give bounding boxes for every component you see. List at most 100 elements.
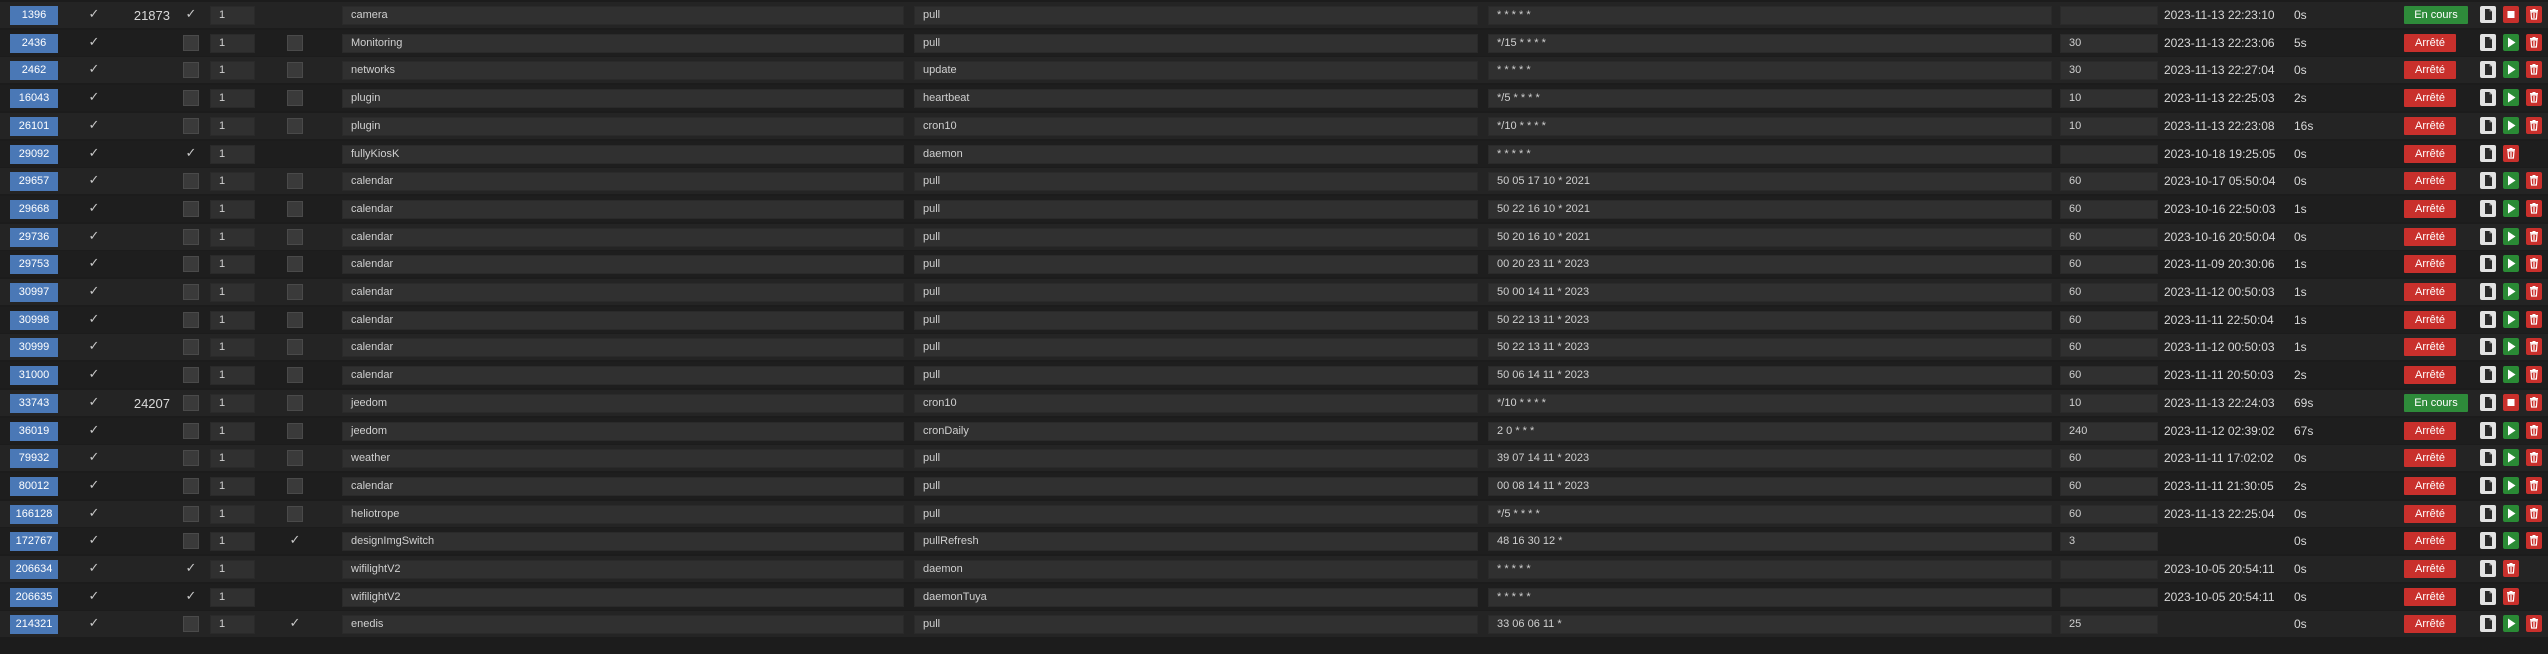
delete-button[interactable]: [2526, 449, 2542, 466]
once-checkbox[interactable]: ✓: [287, 616, 303, 632]
log-button[interactable]: [2480, 615, 2496, 632]
task-id-badge[interactable]: 30997: [10, 283, 58, 302]
log-button[interactable]: [2480, 228, 2496, 245]
delete-button[interactable]: [2526, 311, 2542, 328]
daemon-checkbox[interactable]: [183, 478, 199, 494]
timeout-field[interactable]: 60: [2060, 172, 2158, 191]
once-checkbox[interactable]: [287, 173, 303, 189]
log-button[interactable]: [2480, 255, 2496, 272]
timeout-field[interactable]: 240: [2060, 422, 2158, 441]
delete-button[interactable]: [2503, 588, 2519, 605]
enabled-checkbox[interactable]: ✓: [86, 367, 102, 383]
timeout-field[interactable]: 60: [2060, 228, 2158, 247]
once-checkbox[interactable]: [287, 90, 303, 106]
daemon-checkbox[interactable]: [183, 533, 199, 549]
function-field[interactable]: update: [914, 61, 1478, 80]
start-button[interactable]: [2503, 615, 2519, 632]
max-run-field[interactable]: 1: [210, 200, 255, 219]
once-checkbox[interactable]: [287, 284, 303, 300]
max-run-field[interactable]: 1: [210, 145, 255, 164]
start-button[interactable]: [2503, 172, 2519, 189]
timeout-field[interactable]: 60: [2060, 200, 2158, 219]
class-field[interactable]: wifilightV2: [342, 588, 904, 607]
delete-button[interactable]: [2526, 283, 2542, 300]
enabled-checkbox[interactable]: ✓: [86, 533, 102, 549]
class-field[interactable]: calendar: [342, 477, 904, 496]
timeout-field[interactable]: 30: [2060, 61, 2158, 80]
delete-button[interactable]: [2526, 338, 2542, 355]
start-button[interactable]: [2503, 422, 2519, 439]
delete-button[interactable]: [2526, 505, 2542, 522]
max-run-field[interactable]: 1: [210, 422, 255, 441]
log-button[interactable]: [2480, 532, 2496, 549]
function-field[interactable]: pullRefresh: [914, 532, 1478, 551]
schedule-field[interactable]: * * * * *: [1488, 145, 2052, 164]
max-run-field[interactable]: 1: [210, 366, 255, 385]
once-checkbox[interactable]: [287, 229, 303, 245]
once-checkbox[interactable]: [287, 506, 303, 522]
once-checkbox[interactable]: [287, 35, 303, 51]
start-button[interactable]: [2503, 311, 2519, 328]
class-field[interactable]: weather: [342, 449, 904, 468]
schedule-field[interactable]: */5 * * * *: [1488, 505, 2052, 524]
function-field[interactable]: pull: [914, 228, 1478, 247]
class-field[interactable]: plugin: [342, 89, 904, 108]
delete-button[interactable]: [2503, 145, 2519, 162]
task-id-badge[interactable]: 166128: [10, 505, 58, 524]
delete-button[interactable]: [2503, 560, 2519, 577]
enabled-checkbox[interactable]: ✓: [86, 118, 102, 134]
schedule-field[interactable]: 50 00 14 11 * 2023: [1488, 283, 2052, 302]
once-checkbox[interactable]: [287, 450, 303, 466]
schedule-field[interactable]: */15 * * * *: [1488, 34, 2052, 53]
class-field[interactable]: heliotrope: [342, 505, 904, 524]
log-button[interactable]: [2480, 200, 2496, 217]
max-run-field[interactable]: 1: [210, 338, 255, 357]
class-field[interactable]: calendar: [342, 228, 904, 247]
schedule-field[interactable]: */10 * * * *: [1488, 394, 2052, 413]
class-field[interactable]: enedis: [342, 615, 904, 634]
log-button[interactable]: [2480, 449, 2496, 466]
start-button[interactable]: [2503, 283, 2519, 300]
timeout-field[interactable]: [2060, 560, 2158, 579]
start-button[interactable]: [2503, 477, 2519, 494]
once-checkbox[interactable]: [287, 478, 303, 494]
start-button[interactable]: [2503, 89, 2519, 106]
timeout-field[interactable]: 60: [2060, 283, 2158, 302]
log-button[interactable]: [2480, 505, 2496, 522]
function-field[interactable]: pull: [914, 338, 1478, 357]
delete-button[interactable]: [2526, 89, 2542, 106]
delete-button[interactable]: [2526, 477, 2542, 494]
stop-button[interactable]: [2503, 394, 2519, 411]
once-checkbox[interactable]: [287, 395, 303, 411]
enabled-checkbox[interactable]: ✓: [86, 284, 102, 300]
log-button[interactable]: [2480, 366, 2496, 383]
task-id-badge[interactable]: 16043: [10, 89, 58, 108]
task-id-badge[interactable]: 206635: [10, 588, 58, 607]
log-button[interactable]: [2480, 145, 2496, 162]
class-field[interactable]: calendar: [342, 255, 904, 274]
daemon-checkbox[interactable]: [183, 201, 199, 217]
max-run-field[interactable]: 1: [210, 532, 255, 551]
start-button[interactable]: [2503, 505, 2519, 522]
task-id-badge[interactable]: 2436: [10, 34, 58, 53]
daemon-checkbox[interactable]: [183, 173, 199, 189]
schedule-field[interactable]: 39 07 14 11 * 2023: [1488, 449, 2052, 468]
once-checkbox[interactable]: [287, 62, 303, 78]
class-field[interactable]: calendar: [342, 366, 904, 385]
enabled-checkbox[interactable]: ✓: [86, 478, 102, 494]
function-field[interactable]: pull: [914, 477, 1478, 496]
start-button[interactable]: [2503, 366, 2519, 383]
log-button[interactable]: [2480, 394, 2496, 411]
class-field[interactable]: calendar: [342, 311, 904, 330]
class-field[interactable]: calendar: [342, 172, 904, 191]
max-run-field[interactable]: 1: [210, 283, 255, 302]
function-field[interactable]: pull: [914, 255, 1478, 274]
enabled-checkbox[interactable]: ✓: [86, 35, 102, 51]
function-field[interactable]: pull: [914, 34, 1478, 53]
enabled-checkbox[interactable]: ✓: [86, 589, 102, 605]
function-field[interactable]: pull: [914, 615, 1478, 634]
task-id-badge[interactable]: 2462: [10, 61, 58, 80]
delete-button[interactable]: [2526, 34, 2542, 51]
start-button[interactable]: [2503, 228, 2519, 245]
schedule-field[interactable]: 00 20 23 11 * 2023: [1488, 255, 2052, 274]
